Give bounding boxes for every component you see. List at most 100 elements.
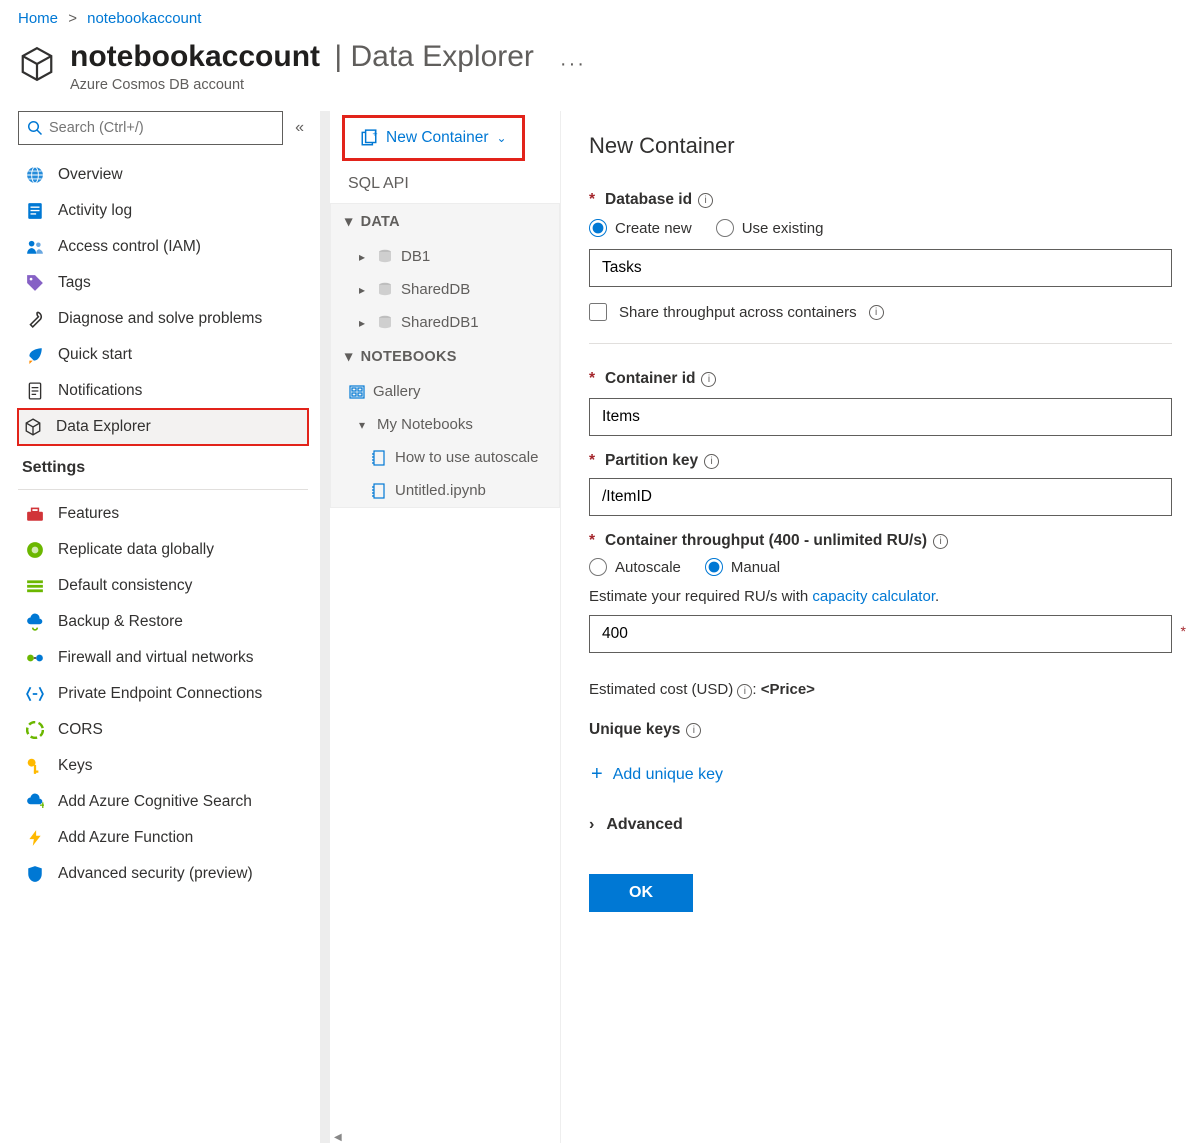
container-id-input[interactable]	[589, 398, 1172, 436]
tree-db-item[interactable]: ▸SharedDB1	[331, 306, 559, 339]
checkbox-label: Share throughput across containers	[619, 304, 857, 321]
page-section: Data Explorer	[351, 40, 534, 73]
sidebar-item-label: Data Explorer	[56, 418, 151, 436]
sidebar-item-activity-log[interactable]: Activity log	[18, 193, 308, 229]
sidebar-item-label: Features	[58, 505, 119, 523]
sidebar-item-label: Backup & Restore	[58, 613, 183, 631]
svg-text:+: +	[372, 129, 377, 139]
notebook-icon	[371, 483, 387, 499]
tree-item-label: My Notebooks	[377, 416, 473, 433]
tree-header-notebooks[interactable]: ▾ NOTEBOOKS	[331, 339, 559, 375]
sidebar-item-iam[interactable]: Access control (IAM)	[18, 229, 308, 265]
advanced-toggle[interactable]: › Advanced	[589, 810, 1172, 874]
sidebar-item-consistency[interactable]: Default consistency	[18, 568, 308, 604]
sidebar-item-replicate[interactable]: Replicate data globally	[18, 532, 308, 568]
add-unique-key-label: Add unique key	[613, 766, 723, 784]
sidebar-item-data-explorer[interactable]: Data Explorer	[18, 409, 308, 445]
radio-autoscale-input[interactable]	[589, 558, 607, 576]
tree-db-item[interactable]: ▸SharedDB	[331, 273, 559, 306]
sidebar-section-settings: Settings	[18, 445, 308, 483]
sidebar-item-firewall[interactable]: Firewall and virtual networks	[18, 640, 308, 676]
sidebar-item-azure-function[interactable]: Add Azure Function	[18, 820, 308, 856]
sidebar: « Overview Activity log Access control (…	[0, 111, 320, 1143]
sidebar-item-backup[interactable]: Backup & Restore	[18, 604, 308, 640]
tree-header-data[interactable]: ▾ DATA	[331, 204, 559, 240]
breadcrumb-home[interactable]: Home	[18, 10, 58, 27]
sidebar-item-advanced-security[interactable]: Advanced security (preview)	[18, 856, 308, 892]
ru-input[interactable]	[589, 615, 1172, 653]
search-input-container[interactable]	[18, 111, 283, 145]
info-icon[interactable]: i	[698, 193, 713, 208]
add-unique-key-button[interactable]: + Add unique key	[589, 749, 1172, 810]
tree-item-label: Untitled.ipynb	[395, 482, 486, 499]
sidebar-item-private-endpoint[interactable]: Private Endpoint Connections	[18, 676, 308, 712]
search-input[interactable]	[49, 120, 274, 136]
breadcrumb-current[interactable]: notebookaccount	[87, 10, 201, 27]
info-icon[interactable]: i	[701, 372, 716, 387]
key-icon	[26, 757, 44, 775]
tree-item-label: DB1	[401, 248, 430, 265]
radio-label: Manual	[731, 559, 780, 576]
tree-notebook-item[interactable]: Untitled.ipynb	[331, 474, 559, 507]
more-icon[interactable]: ···	[560, 39, 586, 76]
radio-manual-input[interactable]	[705, 558, 723, 576]
radio-existing-input[interactable]	[716, 219, 734, 237]
divider	[589, 343, 1172, 344]
tree-gallery-item[interactable]: Gallery	[331, 375, 559, 408]
sidebar-item-features[interactable]: Features	[18, 496, 308, 532]
tree-header-label: NOTEBOOKS	[361, 349, 457, 365]
globe-icon	[26, 166, 44, 184]
sidebar-item-notifications[interactable]: Notifications	[18, 373, 308, 409]
sidebar-item-overview[interactable]: Overview	[18, 157, 308, 193]
tree-db-item[interactable]: ▸DB1	[331, 240, 559, 273]
cloud-search-icon: +	[26, 793, 44, 811]
sidebar-item-quickstart[interactable]: Quick start	[18, 337, 308, 373]
function-icon	[26, 829, 44, 847]
sidebar-item-tags[interactable]: Tags	[18, 265, 308, 301]
radio-use-existing[interactable]: Use existing	[716, 219, 824, 237]
tree-notebook-item[interactable]: How to use autoscale	[331, 441, 559, 474]
info-icon[interactable]: i	[869, 305, 884, 320]
scroll-up-icon[interactable]: ▲	[320, 111, 330, 123]
info-icon[interactable]: i	[704, 454, 719, 469]
chevron-down-icon: ⌄	[497, 131, 507, 145]
sidebar-item-cognitive-search[interactable]: + Add Azure Cognitive Search	[18, 784, 308, 820]
unique-keys-label: Unique keys	[589, 721, 680, 739]
sidebar-item-label: Keys	[58, 757, 92, 775]
throughput-label: Container throughput (400 - unlimited RU…	[605, 532, 927, 550]
radio-autoscale[interactable]: Autoscale	[589, 558, 681, 576]
database-icon	[377, 282, 393, 298]
sidebar-item-label: Overview	[58, 166, 123, 184]
info-icon[interactable]: i	[933, 534, 948, 549]
scrollbar-thumb[interactable]	[320, 121, 330, 641]
cube-icon	[18, 45, 56, 83]
panel-title: New Container	[589, 133, 1172, 159]
new-container-label: New Container	[386, 129, 489, 147]
gallery-icon	[349, 384, 365, 400]
capacity-calculator-link[interactable]: capacity calculator	[812, 588, 935, 605]
collapse-sidebar-icon[interactable]: «	[291, 115, 308, 141]
sidebar-item-label: Access control (IAM)	[58, 238, 201, 256]
tree-header-label: DATA	[361, 214, 400, 230]
sidebar-item-label: Add Azure Cognitive Search	[58, 793, 252, 811]
tree-my-notebooks[interactable]: ▾My Notebooks	[331, 408, 559, 441]
new-container-button[interactable]: + New Container ⌄	[342, 115, 525, 161]
info-icon[interactable]: i	[737, 684, 752, 699]
sidebar-item-diagnose[interactable]: Diagnose and solve problems	[18, 301, 308, 337]
sidebar-item-cors[interactable]: CORS	[18, 712, 308, 748]
radio-create-new[interactable]: Create new	[589, 219, 692, 237]
sidebar-item-keys[interactable]: Keys	[18, 748, 308, 784]
api-label: SQL API	[330, 165, 560, 203]
scroll-left-icon[interactable]: ◀	[330, 1131, 560, 1143]
radio-create-input[interactable]	[589, 219, 607, 237]
container-id-label: Container id	[605, 370, 695, 388]
ok-button[interactable]: OK	[589, 874, 693, 912]
db-id-input[interactable]	[589, 249, 1172, 287]
partition-key-input[interactable]	[589, 478, 1172, 516]
info-icon[interactable]: i	[686, 723, 701, 738]
people-icon	[26, 238, 44, 256]
sidebar-item-label: Quick start	[58, 346, 132, 364]
radio-manual[interactable]: Manual	[705, 558, 780, 576]
cost-value: <Price>	[761, 681, 815, 698]
share-throughput-checkbox[interactable]	[589, 303, 607, 321]
